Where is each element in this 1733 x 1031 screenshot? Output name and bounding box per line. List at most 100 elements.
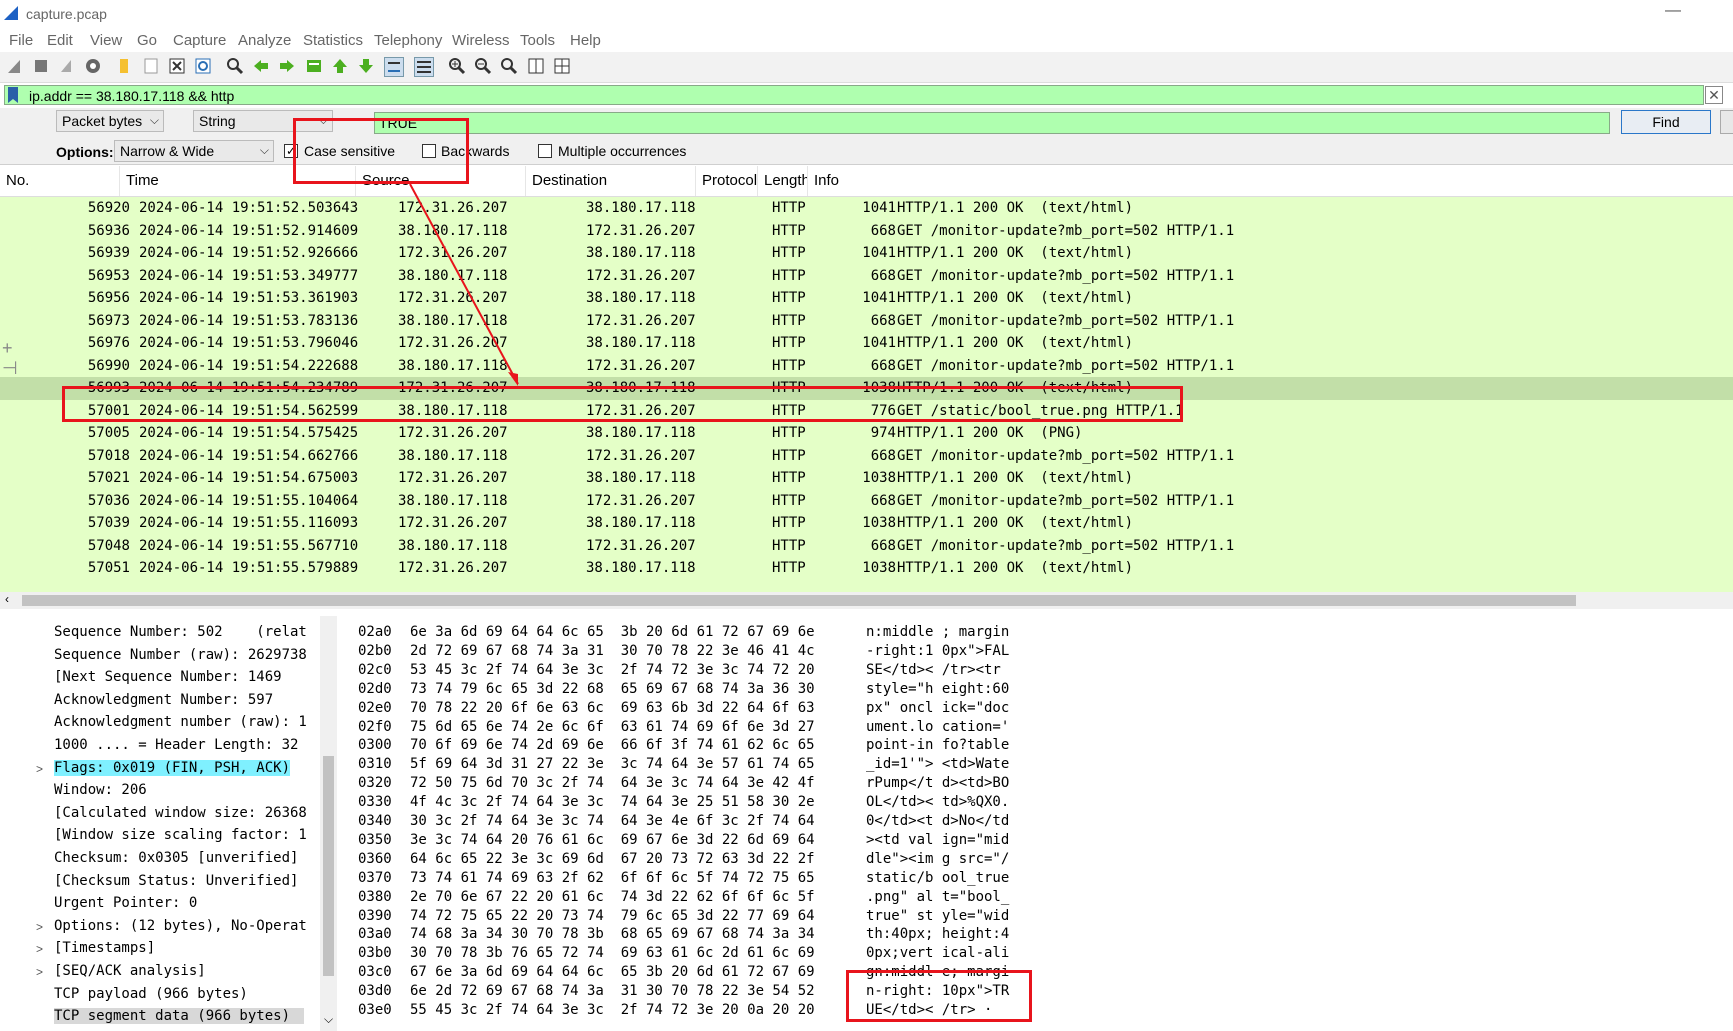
forward-arrow-icon[interactable] [278, 57, 296, 75]
autoscroll-icon[interactable] [384, 57, 404, 77]
colorize-icon[interactable] [414, 57, 434, 77]
bytes-hex[interactable]: 72 50 75 6d 70 3c 2f 74 64 3e 3c 74 64 3… [410, 775, 815, 791]
bytes-ascii[interactable]: px" oncl ick="doc [866, 700, 1009, 716]
bytes-offset[interactable]: 0310 [358, 756, 392, 772]
detail-field[interactable]: Flags: 0x019 (FIN, PSH, ACK) [54, 759, 291, 776]
bytes-ascii[interactable]: 0px;vert ical-ali [866, 945, 1009, 961]
bytes-offset[interactable]: 03c0 [358, 964, 392, 980]
bytes-ascii[interactable]: 0</td><t d>No</td [866, 813, 1009, 829]
cancel-find-button[interactable] [1720, 110, 1733, 134]
menu-telephony[interactable]: Telephony [374, 32, 442, 49]
detail-field[interactable]: Sequence Number (raw): 2629738 [54, 647, 307, 663]
bytes-ascii[interactable]: static/b ool_true [866, 870, 1009, 886]
menu-view[interactable]: View [90, 32, 122, 49]
bytes-hex[interactable]: 70 6f 69 6e 74 2d 69 6e 66 6f 3f 74 61 6… [410, 737, 815, 753]
scroll-down-icon[interactable]: ⌵ [324, 1012, 333, 1027]
bytes-offset[interactable]: 02a0 [358, 624, 392, 640]
scrollbar-thumb[interactable] [323, 756, 334, 976]
bytes-hex[interactable]: 3e 3c 74 64 20 76 61 6c 69 67 6e 3d 22 6… [410, 832, 815, 848]
bytes-ascii[interactable]: OL</td>< td>%QX0. [866, 794, 1009, 810]
menu-statistics[interactable]: Statistics [303, 32, 363, 49]
bytes-hex[interactable]: 70 78 22 20 6f 6e 63 6c 69 63 6b 3d 22 6… [410, 700, 815, 716]
bytes-offset[interactable]: 03d0 [358, 983, 392, 999]
bytes-offset[interactable]: 0340 [358, 813, 392, 829]
display-filter-input[interactable]: ip.addr == 38.180.17.118 && http [4, 85, 1704, 105]
bytes-ascii[interactable]: th:40px; height:4 [866, 926, 1009, 942]
column-length[interactable]: Length [758, 166, 808, 196]
bytes-hex[interactable]: 2e 70 6e 67 22 20 61 6c 74 3d 22 62 6f 6… [410, 889, 815, 905]
restart-icon[interactable] [58, 57, 76, 75]
detail-field[interactable]: [SEQ/ACK analysis] [54, 963, 206, 979]
go-to-packet-icon[interactable] [305, 57, 323, 75]
find-input[interactable]: TRUE [374, 112, 1610, 134]
expand-chevron-icon[interactable]: > [36, 920, 43, 934]
scroll-left-icon[interactable]: ‹ [5, 592, 9, 606]
packet-row[interactable]: 57048 2024-06-14 19:51:55.567710 38.180.17… [0, 535, 1733, 558]
packet-row[interactable]: 56973 2024-06-14 19:51:53.783136 38.180.17… [0, 310, 1733, 333]
column-no[interactable]: No. [0, 166, 120, 196]
bytes-hex[interactable]: 55 45 3c 2f 74 64 3e 3c 2f 74 72 3e 20 0… [410, 1002, 815, 1018]
resize-columns-icon[interactable] [527, 57, 545, 75]
bytes-hex[interactable]: 6e 2d 72 69 67 68 74 3a 31 30 70 78 22 3… [410, 983, 815, 999]
detail-field[interactable]: TCP payload (966 bytes) [54, 986, 248, 1002]
stop-icon[interactable] [32, 57, 50, 75]
bytes-offset[interactable]: 02f0 [358, 719, 392, 735]
menu-go[interactable]: Go [137, 32, 157, 49]
packet-row[interactable]: 56956 2024-06-14 19:51:53.361903 172.31.26… [0, 287, 1733, 310]
bytes-hex[interactable]: 64 6c 65 22 3e 3c 69 6d 67 20 73 72 63 3… [410, 851, 815, 867]
bytes-offset[interactable]: 0330 [358, 794, 392, 810]
bytes-hex[interactable]: 6e 3a 6d 69 64 64 6c 65 3b 20 6d 61 72 6… [410, 624, 815, 640]
menu-capture[interactable]: Capture [173, 32, 226, 49]
capture-options-icon[interactable] [84, 57, 102, 75]
packet-list-scrollbar[interactable]: ‹ [0, 592, 1733, 609]
bytes-offset[interactable]: 0390 [358, 908, 392, 924]
detail-field[interactable]: TCP segment data (966 bytes) [54, 1008, 305, 1025]
menu-wireless[interactable]: Wireless [452, 32, 510, 49]
packet-row[interactable]: 57021 2024-06-14 19:51:54.675003 172.31.26… [0, 467, 1733, 490]
detail-field[interactable]: Urgent Pointer: 0 [54, 895, 197, 911]
expand-chevron-icon[interactable]: > [36, 942, 43, 956]
bytes-ascii[interactable]: true" st yle="wid [866, 908, 1009, 924]
multiple-occurrences-checkbox[interactable] [538, 144, 552, 158]
packet-row[interactable]: 56920 2024-06-14 19:51:52.503643 172.31.26… [0, 197, 1733, 220]
open-file-icon[interactable] [116, 57, 134, 75]
bytes-offset[interactable]: 02e0 [358, 700, 392, 716]
detail-field[interactable]: Sequence Number: 502 (relat [54, 624, 307, 640]
bytes-offset[interactable]: 0360 [358, 851, 392, 867]
packet-row[interactable]: 57005 2024-06-14 19:51:54.575425 172.31.26… [0, 422, 1733, 445]
bytes-offset[interactable]: 0320 [358, 775, 392, 791]
column-info[interactable]: Info [808, 166, 1733, 196]
last-packet-icon[interactable] [357, 57, 375, 75]
scrollbar-thumb[interactable] [22, 595, 1576, 606]
detail-field[interactable]: Window: 206 [54, 782, 147, 798]
packet-row[interactable]: 56936 2024-06-14 19:51:52.914609 38.180.17… [0, 220, 1733, 243]
bytes-hex[interactable]: 5f 69 64 3d 31 27 22 3e 3c 74 64 3e 57 6… [410, 756, 815, 772]
expand-chevron-icon[interactable]: > [36, 965, 43, 979]
column-protocol[interactable]: Protocol [696, 166, 758, 196]
bytes-hex[interactable]: 4f 4c 3c 2f 74 64 3e 3c 74 64 3e 25 51 5… [410, 794, 815, 810]
bytes-offset[interactable]: 03b0 [358, 945, 392, 961]
close-file-icon[interactable] [168, 57, 186, 75]
find-button[interactable]: Find [1621, 110, 1711, 134]
bytes-offset[interactable]: 02d0 [358, 681, 392, 697]
bytes-hex[interactable]: 73 74 61 74 69 63 2f 62 6f 6f 6c 5f 74 7… [410, 870, 815, 886]
menu-edit[interactable]: Edit [47, 32, 73, 49]
menu-file[interactable]: File [9, 32, 33, 49]
bytes-hex[interactable]: 53 45 3c 2f 74 64 3e 3c 2f 74 72 3e 3c 7… [410, 662, 815, 678]
bytes-hex[interactable]: 30 3c 2f 74 64 3e 3c 74 64 3e 4e 6f 3c 2… [410, 813, 815, 829]
menu-analyze[interactable]: Analyze [238, 32, 291, 49]
details-scrollbar[interactable]: ⌵ [320, 616, 337, 1031]
bytes-ascii[interactable]: point-in fo?table [866, 737, 1009, 753]
menu-help[interactable]: Help [570, 32, 601, 49]
bytes-offset[interactable]: 03e0 [358, 1002, 392, 1018]
detail-field[interactable]: [Checksum Status: Unverified] [54, 873, 298, 889]
reload-icon[interactable] [194, 57, 212, 75]
detail-field[interactable]: [Next Sequence Number: 1469 [54, 669, 282, 685]
find-icon[interactable] [226, 57, 244, 75]
first-packet-icon[interactable] [331, 57, 349, 75]
file-icon[interactable] [142, 57, 160, 75]
bytes-ascii[interactable]: SE</td>< /tr><tr [866, 662, 1001, 678]
packet-row[interactable]: 57018 2024-06-14 19:51:54.662766 38.180.17… [0, 445, 1733, 468]
bytes-offset[interactable]: 0380 [358, 889, 392, 905]
packet-row[interactable]: 56939 2024-06-14 19:51:52.926666 172.31.26… [0, 242, 1733, 265]
